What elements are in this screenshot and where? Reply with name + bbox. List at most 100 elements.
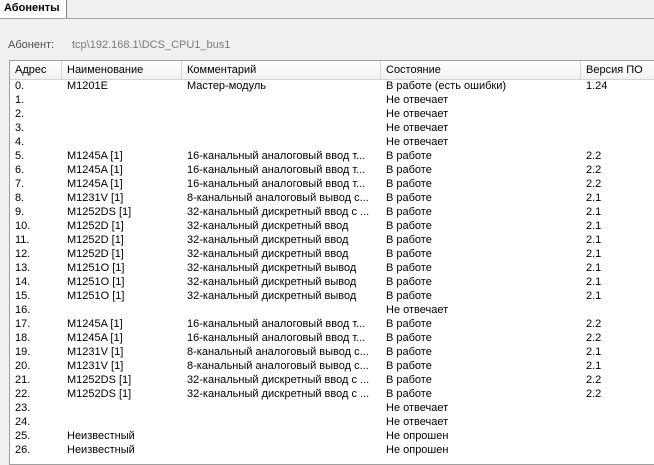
cell-name <box>62 303 182 317</box>
subscribers-table[interactable]: Адрес Наименование Комментарий Состояние… <box>9 60 654 465</box>
table-row[interactable]: 15. M1251O [1] 32-канальный дискретный выв… <box>10 289 654 303</box>
cell-comment: 32-канальный дискретный вывод <box>187 290 357 302</box>
cell-version: 2.1 <box>586 234 602 246</box>
cell-comment <box>182 429 381 443</box>
cell-version: 2.2 <box>586 374 602 386</box>
cell-state: В работе <box>386 346 432 358</box>
cell-version: 1.24 <box>586 80 608 92</box>
cell-address: 3. <box>15 122 25 134</box>
table-row[interactable]: 24. Не отвечает <box>10 415 654 429</box>
cell-name <box>62 401 182 415</box>
cell-address: 20. <box>15 360 31 372</box>
table-row[interactable]: 4. Не отвечает <box>10 135 654 149</box>
table-row[interactable]: 12. M1252D [1] 32-канальный дискретный вво… <box>10 247 654 261</box>
cell-state: В работе <box>386 360 432 372</box>
table-row[interactable]: 17. M1245A [1] 16-канальный аналоговый вво… <box>10 317 654 331</box>
tab-bar: Абоненты <box>0 0 654 19</box>
cell-address: 10. <box>15 220 31 232</box>
cell-version: 2.2 <box>586 178 602 190</box>
table-row[interactable]: 1. Не отвечает <box>10 93 654 107</box>
table-row[interactable]: 23. Не отвечает <box>10 401 654 415</box>
cell-address: 1. <box>15 94 25 106</box>
cell-name: M1251O [1] <box>67 290 125 302</box>
table-row[interactable]: 16. Не отвечает <box>10 303 654 317</box>
cell-state: В работе <box>386 164 432 176</box>
table-row[interactable]: 21. M1252DS [1] 32-канальный дискретный вв… <box>10 373 654 387</box>
subscriber-path: tcp\192.168.1\DCS_CPU1_bus1 <box>72 39 231 51</box>
cell-address: 16. <box>15 304 31 316</box>
cell-state: В работе (есть ошибки) <box>386 80 507 92</box>
cell-comment <box>182 401 381 415</box>
cell-comment: 32-канальный дискретный ввод <box>187 248 349 260</box>
cell-state: Не отвечает <box>386 304 449 316</box>
cell-comment: 16-канальный аналоговый ввод т... <box>187 150 366 162</box>
cell-name: M1231V [1] <box>67 360 124 372</box>
table-row[interactable]: 2. Не отвечает <box>10 107 654 121</box>
cell-state: В работе <box>386 290 432 302</box>
column-header-address[interactable]: Адрес <box>10 61 62 79</box>
cell-state: В работе <box>386 248 432 260</box>
cell-address: 23. <box>15 402 31 414</box>
cell-state: Не отвечает <box>386 108 449 120</box>
tab-subscribers[interactable]: Абоненты <box>0 0 67 18</box>
column-header-comment[interactable]: Комментарий <box>182 61 381 79</box>
cell-comment: 8-канальный аналоговый вывод с... <box>187 360 369 372</box>
table-row[interactable]: 14. M1251O [1] 32-канальный дискретный выв… <box>10 275 654 289</box>
cell-address: 4. <box>15 136 25 148</box>
table-row[interactable]: 0. M1201E Мастер-модуль В работе (есть ошиб… <box>10 79 654 93</box>
table-row[interactable]: 10. M1252D [1] 32-канальный дискретный вво… <box>10 219 654 233</box>
table-row[interactable]: 5. M1245A [1] 16-канальный аналоговый ввод… <box>10 149 654 163</box>
table-row[interactable]: 19. M1231V [1] 8-канальный аналоговый выво… <box>10 345 654 359</box>
table-row[interactable]: 25. Неизвестный Не опрошен <box>10 429 654 443</box>
cell-version <box>581 93 654 107</box>
cell-version: 2.2 <box>586 318 602 330</box>
table-row[interactable]: 6. M1245A [1] 16-канальный аналоговый ввод… <box>10 163 654 177</box>
table-row[interactable]: 3. Не отвечает <box>10 121 654 135</box>
cell-name <box>62 415 182 429</box>
cell-name: M1252D [1] <box>67 248 124 260</box>
cell-comment <box>182 107 381 121</box>
cell-name: M1245A [1] <box>67 332 123 344</box>
cell-state: В работе <box>386 220 432 232</box>
cell-version: 2.2 <box>586 164 602 176</box>
cell-comment <box>182 135 381 149</box>
table-row[interactable]: 9. M1252DS [1] 32-канальный дискретный вво… <box>10 205 654 219</box>
cell-address: 12. <box>15 248 31 260</box>
table-row[interactable]: 20. M1231V [1] 8-канальный аналоговый выво… <box>10 359 654 373</box>
cell-state: В работе <box>386 262 432 274</box>
table-row[interactable]: 11. M1252D [1] 32-канальный дискретный вво… <box>10 233 654 247</box>
cell-name <box>62 135 182 149</box>
cell-comment: 32-канальный дискретный ввод с ... <box>187 388 370 400</box>
table-row[interactable]: 26. Неизвестный Не опрошен <box>10 443 654 457</box>
cell-state: Не отвечает <box>386 122 449 134</box>
cell-address: 8. <box>15 192 25 204</box>
cell-comment <box>182 121 381 135</box>
cell-comment: 32-канальный дискретный вывод <box>187 276 357 288</box>
cell-comment: 32-канальный дискретный ввод с ... <box>187 206 370 218</box>
cell-version: 2.1 <box>586 346 602 358</box>
cell-version <box>581 401 654 415</box>
column-header-version[interactable]: Версия ПО <box>581 61 654 79</box>
cell-address: 9. <box>15 206 25 218</box>
cell-address: 13. <box>15 262 31 274</box>
cell-name: M1251O [1] <box>67 276 125 288</box>
cell-state: В работе <box>386 178 432 190</box>
table-row[interactable]: 8. M1231V [1] 8-канальный аналоговый вывод… <box>10 191 654 205</box>
cell-version <box>581 429 654 443</box>
cell-state: Не отвечает <box>386 416 449 428</box>
cell-address: 17. <box>15 318 31 330</box>
table-row[interactable]: 22. M1252DS [1] 32-канальный дискретный вв… <box>10 387 654 401</box>
column-header-state[interactable]: Состояние <box>381 61 581 79</box>
column-header-name[interactable]: Наименование <box>62 61 182 79</box>
subscriber-info: Абонент: tcp\192.168.1\DCS_CPU1_bus1 <box>8 38 230 52</box>
cell-state: В работе <box>386 192 432 204</box>
table-row[interactable]: 7. M1245A [1] 16-канальный аналоговый ввод… <box>10 177 654 191</box>
table-row[interactable]: 13. M1251O [1] 32-канальный дискретный выв… <box>10 261 654 275</box>
cell-address: 19. <box>15 346 31 358</box>
cell-state: Не отвечает <box>386 94 449 106</box>
cell-state: В работе <box>386 206 432 218</box>
cell-comment <box>182 303 381 317</box>
cell-comment: 8-канальный аналоговый вывод с... <box>187 192 369 204</box>
table-row[interactable]: 18. M1245A [1] 16-канальный аналоговый вво… <box>10 331 654 345</box>
cell-state: В работе <box>386 150 432 162</box>
